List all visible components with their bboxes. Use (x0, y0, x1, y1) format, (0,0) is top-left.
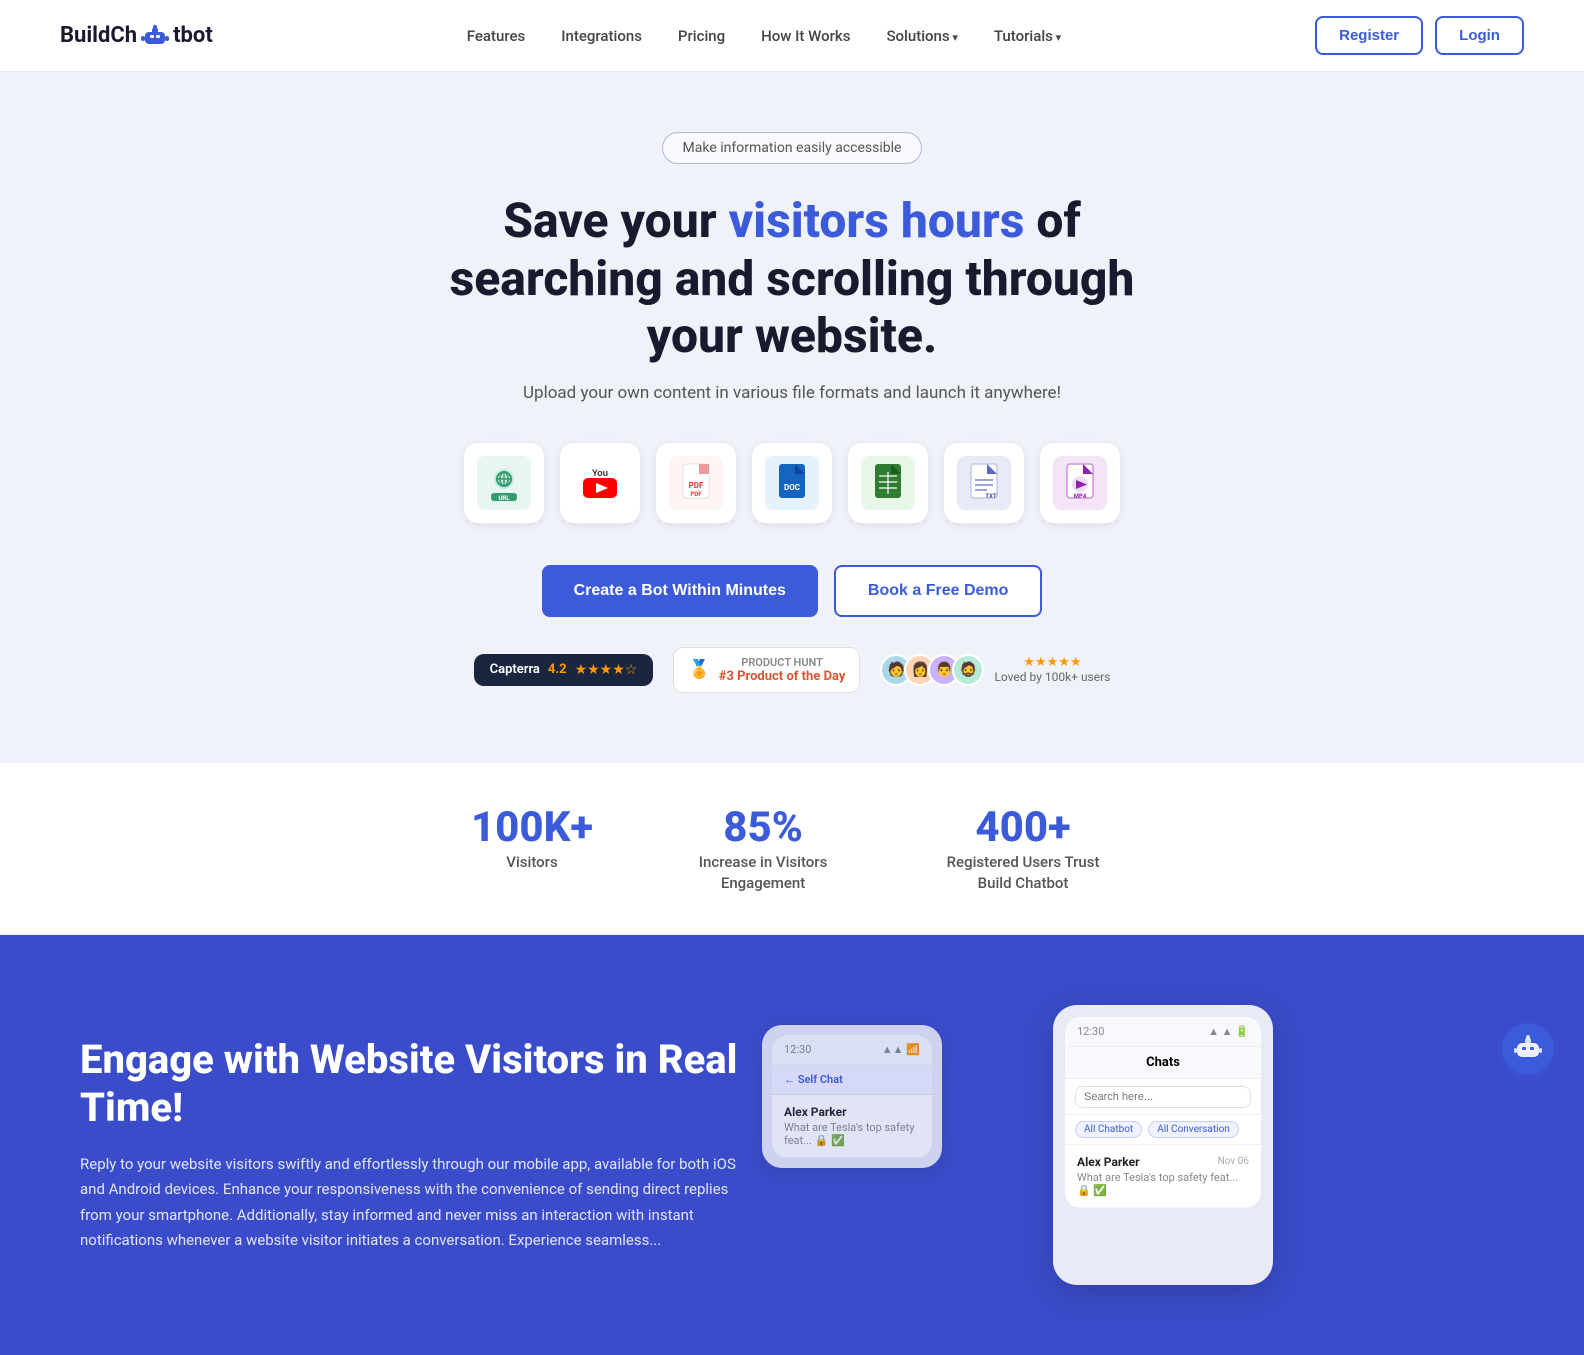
capterra-label: Capterra (490, 662, 540, 677)
mp4-icon: MP4 (1053, 456, 1107, 510)
svg-text:URL: URL (498, 495, 510, 502)
file-format-txt: TXT (944, 443, 1024, 523)
nav-links: Features Integrations Pricing How It Wor… (467, 26, 1061, 45)
producthunt-badge: 🏅 PRODUCT HUNT #3 Product of the Day (673, 647, 860, 693)
nav-item-pricing[interactable]: Pricing (678, 26, 725, 45)
stat-visitors-number: 100K+ (471, 803, 593, 852)
phone-chat-date: Nov 06 (1218, 1156, 1249, 1167)
logo-text-before: BuildCh (60, 23, 137, 48)
phone-filters: All Chatbot All Conversation (1065, 1115, 1261, 1145)
youtube-icon: You (573, 456, 627, 510)
phone-small-time: 12:30 (784, 1043, 811, 1056)
hero-title-accent: visitors hours (729, 192, 1025, 249)
phone-small: 12:30 ▲▲ 📶 ← Self Chat Alex Parker What … (762, 1025, 942, 1168)
navbar: BuildCh tbot Features Integrations Prici… (0, 0, 1584, 72)
file-format-url: URL (464, 443, 544, 523)
nav-actions: Register Login (1315, 16, 1524, 55)
svg-text:You: You (592, 468, 608, 478)
login-button[interactable]: Login (1435, 16, 1524, 55)
nav-item-tutorials[interactable]: Tutorials (994, 26, 1061, 45)
engage-section: Engage with Website Visitors in Real Tim… (0, 935, 1584, 1355)
phone-chat-msg: What are Tesla's top safety feat... 🔒 ✅ (1077, 1171, 1249, 1197)
file-format-pdf: PDF PDF (656, 443, 736, 523)
stat-engagement: 85% Increase in Visitors Engagement (673, 803, 853, 894)
book-demo-button[interactable]: Book a Free Demo (834, 565, 1042, 617)
avatar-4: 🧔 (952, 654, 984, 686)
capterra-badge: Capterra 4.2 ★★★★☆ (474, 654, 654, 686)
capterra-rating: 4.2 (548, 662, 567, 677)
filter-all-chatbot[interactable]: All Chatbot (1075, 1121, 1142, 1138)
stat-users: 400+ Registered Users Trust Build Chatbo… (933, 803, 1113, 894)
phone-chats-title: Chats (1065, 1047, 1261, 1079)
doc-icon: DOC (765, 456, 819, 510)
stat-visitors: 100K+ Visitors (471, 803, 593, 894)
engage-visual: 12:30 ▲▲ 📶 ← Self Chat Alex Parker What … (822, 1005, 1504, 1285)
stat-visitors-label: Visitors (471, 852, 593, 873)
file-format-sheets (848, 443, 928, 523)
phone-search-input[interactable] (1075, 1086, 1251, 1108)
phone-chat-item[interactable]: Alex Parker Nov 06 What are Tesla's top … (1065, 1145, 1261, 1208)
create-bot-button[interactable]: Create a Bot Within Minutes (542, 565, 818, 617)
sheets-icon (861, 456, 915, 510)
hero-title-start: Save your (503, 192, 728, 249)
users-stars: ★★★★★ (994, 655, 1110, 670)
users-label: Loved by 100k+ users (994, 670, 1110, 684)
producthunt-label: PRODUCT HUNT (719, 656, 846, 669)
hero-badge: Make information easily accessible (662, 132, 923, 164)
svg-text:DOC: DOC (784, 483, 800, 492)
hero-title: Save your visitors hours of searching an… (412, 192, 1172, 365)
phone-topbar: 12:30 ▲ ▲ 🔋 (1065, 1017, 1261, 1047)
stat-users-number: 400+ (933, 803, 1113, 852)
nav-item-integrations[interactable]: Integrations (561, 26, 642, 45)
engage-title: Engage with Website Visitors in Real Tim… (80, 1036, 762, 1132)
phone-small-chat-name: Alex Parker (784, 1105, 920, 1119)
chatbot-fab[interactable] (1502, 1023, 1554, 1075)
logo[interactable]: BuildCh tbot (60, 23, 213, 48)
producthunt-medal-icon: 🏅 (688, 659, 710, 680)
stats-bar: 100K+ Visitors 85% Increase in Visitors … (0, 763, 1584, 935)
phone-small-chat-msg: What are Tesla's top safety feat... 🔒 ✅ (784, 1121, 920, 1147)
phone-small-back[interactable]: ← Self Chat (772, 1065, 932, 1095)
nav-item-features[interactable]: Features (467, 26, 525, 45)
engage-text: Engage with Website Visitors in Real Tim… (80, 1036, 762, 1254)
logo-text-after: tbot (173, 23, 213, 48)
stat-engagement-number: 85% (673, 803, 853, 852)
stat-users-label: Registered Users Trust Build Chatbot (933, 852, 1113, 894)
stat-engagement-label: Increase in Visitors Engagement (673, 852, 853, 894)
phone-main: 12:30 ▲ ▲ 🔋 Chats All Chatbot All Conver… (1053, 1005, 1273, 1285)
nav-item-howitworks[interactable]: How It Works (761, 26, 850, 45)
phone-chat-name: Alex Parker (1077, 1155, 1139, 1169)
txt-icon: TXT (957, 456, 1011, 510)
social-proof: Capterra 4.2 ★★★★☆ 🏅 PRODUCT HUNT #3 Pro… (40, 647, 1544, 693)
phone-small-chat: Alex Parker What are Tesla's top safety … (772, 1095, 932, 1158)
svg-text:MP4: MP4 (1074, 493, 1087, 500)
file-format-doc: DOC (752, 443, 832, 523)
svg-text:TXT: TXT (985, 493, 997, 500)
capterra-stars: ★★★★☆ (575, 662, 638, 678)
pdf-icon: PDF PDF (669, 456, 723, 510)
hero-section: Make information easily accessible Save … (0, 72, 1584, 763)
svg-text:PDF: PDF (689, 481, 704, 490)
nav-item-solutions[interactable]: Solutions (886, 26, 957, 45)
producthunt-rank: #3 Product of the Day (719, 669, 846, 684)
chatbot-fab-icon (1514, 1035, 1542, 1063)
url-icon: URL (477, 456, 531, 510)
svg-text:PDF: PDF (690, 491, 702, 498)
hero-cta: Create a Bot Within Minutes Book a Free … (40, 565, 1544, 617)
phone-search[interactable] (1065, 1079, 1261, 1115)
logo-robot-icon (141, 25, 169, 47)
filter-all-conversation[interactable]: All Conversation (1148, 1121, 1239, 1138)
engage-description: Reply to your website visitors swiftly a… (80, 1152, 762, 1254)
file-formats: URL You PDF PDF (40, 443, 1544, 523)
avatar-stack: 🧑 👩 👨 🧔 (880, 654, 984, 686)
phone-time: 12:30 (1077, 1025, 1104, 1038)
file-format-youtube: You (560, 443, 640, 523)
hero-subtitle: Upload your own content in various file … (40, 383, 1544, 403)
register-button[interactable]: Register (1315, 16, 1423, 55)
users-badge: 🧑 👩 👨 🧔 ★★★★★ Loved by 100k+ users (880, 654, 1110, 686)
phone-small-topbar: 12:30 ▲▲ 📶 (772, 1035, 932, 1065)
file-format-mp4: MP4 (1040, 443, 1120, 523)
